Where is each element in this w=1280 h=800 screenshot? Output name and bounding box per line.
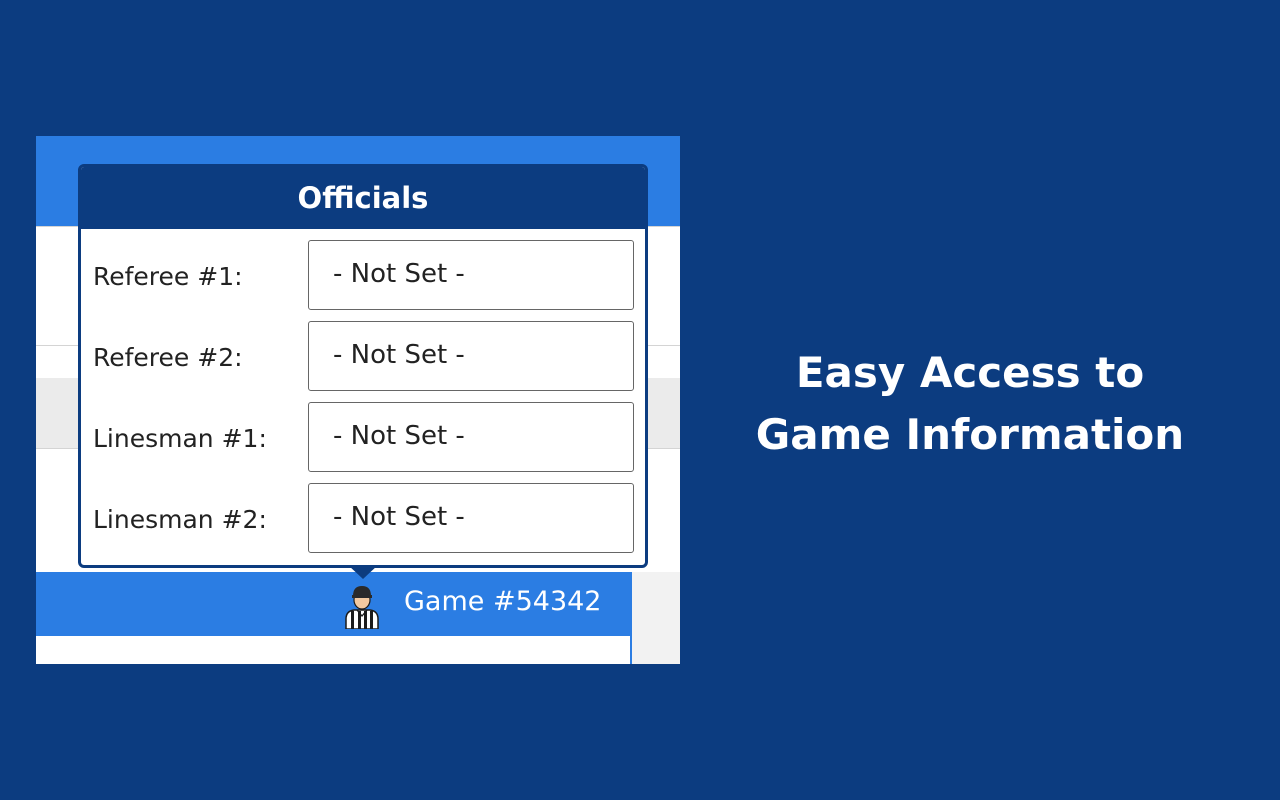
field-label: Referee #2: xyxy=(93,343,243,372)
official-row-referee-2: Referee #2: - Not Set - xyxy=(81,321,645,391)
field-value: - Not Set - xyxy=(333,340,465,370)
field-value: - Not Set - xyxy=(333,259,465,289)
field-value: - Not Set - xyxy=(333,421,465,451)
side-column xyxy=(632,572,680,664)
screenshot-panel: Game #54342 Officials Referee #1: - Not … xyxy=(36,136,680,664)
officials-popup: Officials Referee #1: - Not Set - Refere… xyxy=(78,164,648,568)
linesman-2-select[interactable]: - Not Set - xyxy=(308,483,634,553)
popup-title: Officials xyxy=(297,181,429,215)
headline-line-1: Easy Access to xyxy=(795,348,1145,397)
field-label: Linesman #2: xyxy=(93,505,267,534)
official-row-linesman-2: Linesman #2: - Not Set - xyxy=(81,483,645,553)
field-label: Referee #1: xyxy=(93,262,243,291)
referee-1-select[interactable]: - Not Set - xyxy=(308,240,634,310)
game-number-label[interactable]: Game #54342 xyxy=(404,586,601,617)
referee-icon[interactable] xyxy=(342,583,382,629)
field-label: Linesman #1: xyxy=(93,424,267,453)
official-row-linesman-1: Linesman #1: - Not Set - xyxy=(81,402,645,472)
popup-header: Officials xyxy=(81,167,645,229)
headline-line-2: Game Information xyxy=(755,410,1185,459)
linesman-1-select[interactable]: - Not Set - xyxy=(308,402,634,472)
headline: Easy Access to Game Information xyxy=(700,342,1240,466)
popup-pointer xyxy=(348,565,378,579)
official-row-referee-1: Referee #1: - Not Set - xyxy=(81,240,645,310)
referee-2-select[interactable]: - Not Set - xyxy=(308,321,634,391)
field-value: - Not Set - xyxy=(333,502,465,532)
